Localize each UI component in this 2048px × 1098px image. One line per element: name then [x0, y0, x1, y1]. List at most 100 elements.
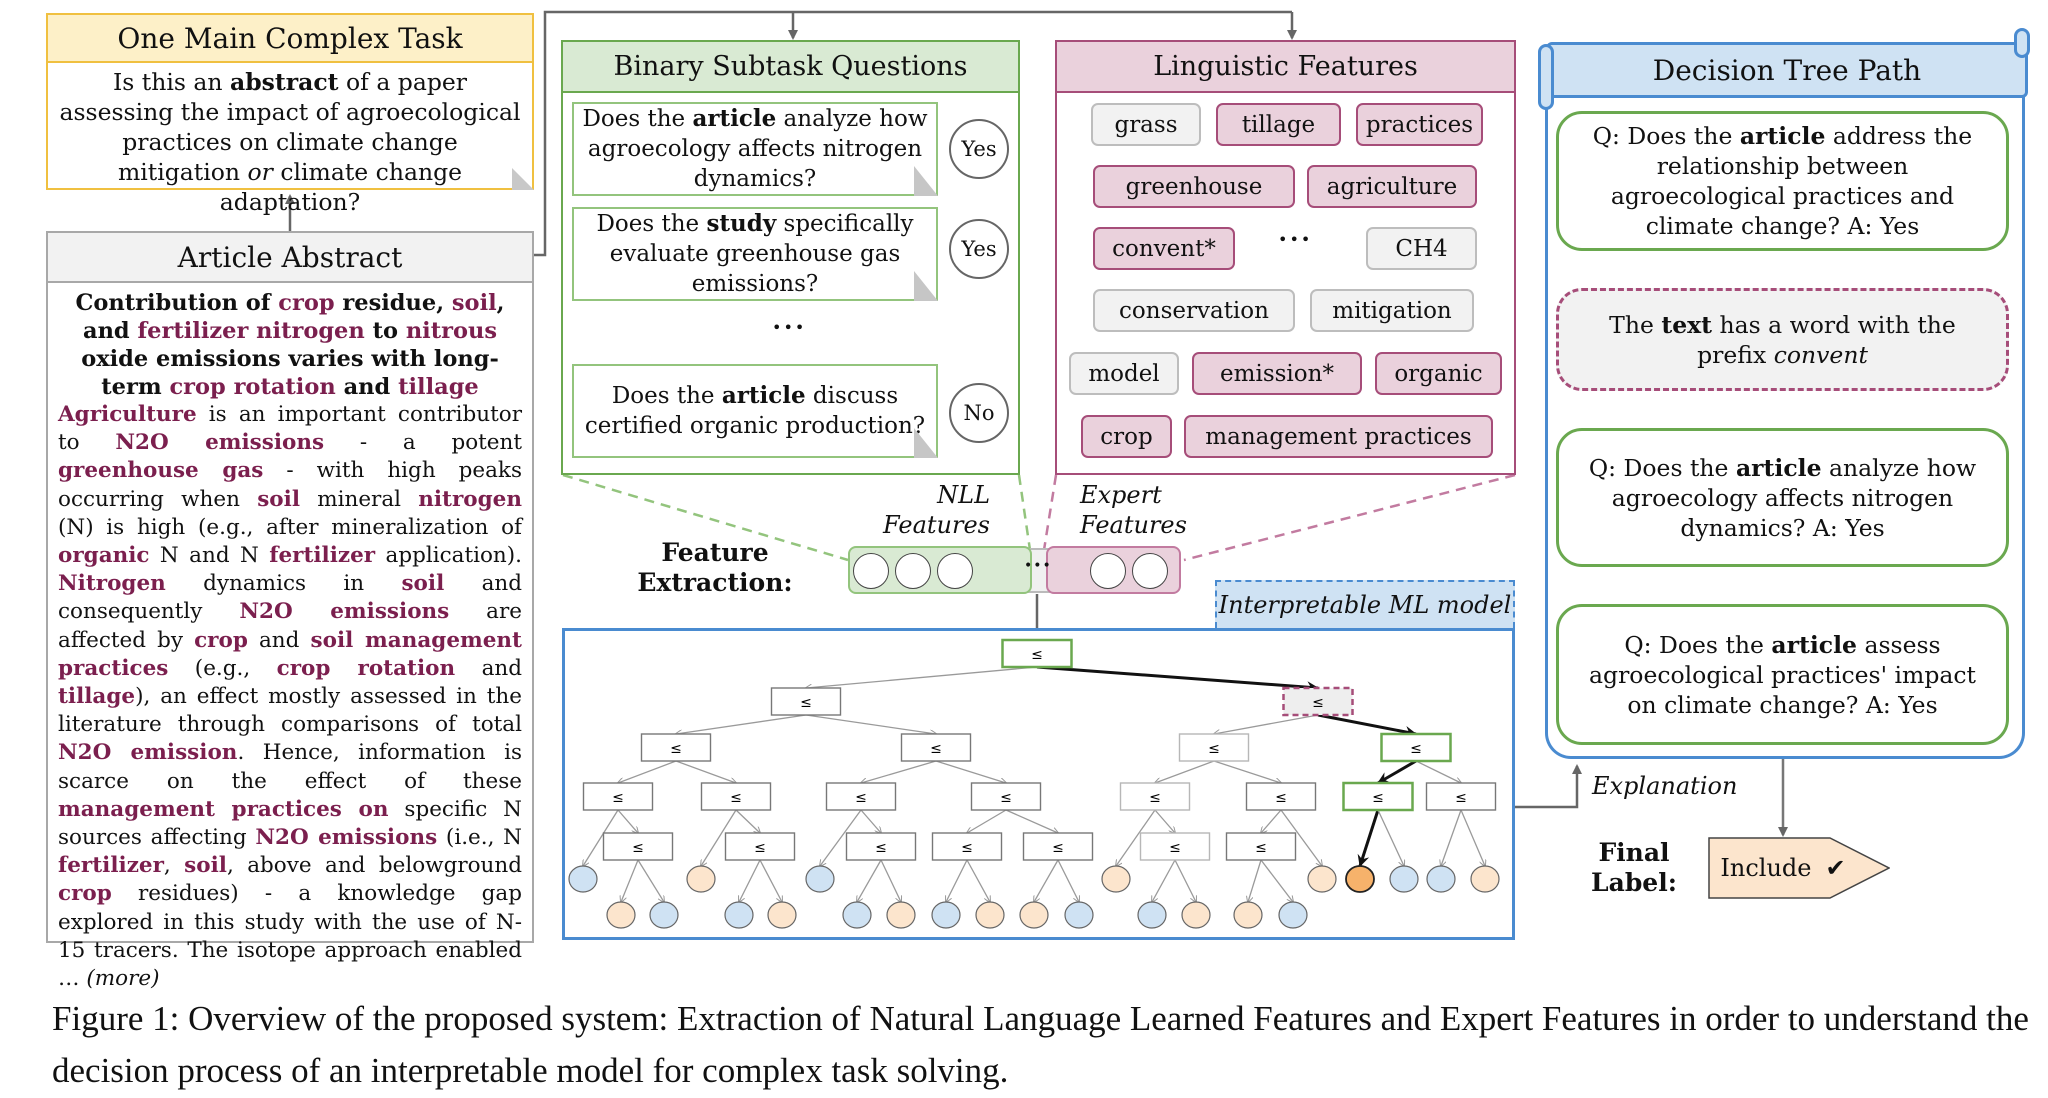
expert-feature-tag: crop — [1081, 415, 1172, 458]
feature-vector-ellipsis: ••• — [1024, 558, 1052, 574]
abstract-body: Agriculture is an important contributor … — [48, 401, 532, 993]
subtask-question-card: Does the study specifically evaluate gre… — [572, 207, 938, 301]
path-feature-card: The text has a word with the prefix conv… — [1556, 288, 2009, 391]
abstract-text: Contribution of — [75, 290, 279, 316]
path-step-text: Q: Does the article address the relation… — [1592, 122, 1973, 240]
path-step-text: Q: Does the article assess agroecologica… — [1589, 630, 1976, 719]
final-label-badge: Include ✔ — [1708, 837, 1890, 899]
highlighted-term: crop — [194, 627, 248, 653]
abstract-header: Article Abstract — [48, 233, 532, 283]
expert-feature-tag: tillage — [1216, 103, 1341, 146]
final-label-line2: Label: — [1591, 868, 1677, 897]
nll-label-line1: NLL — [937, 481, 990, 509]
answer-badge: No — [949, 383, 1009, 443]
highlighted-term: crop — [58, 881, 112, 907]
highlighted-term: fertilizer — [58, 853, 164, 879]
nll-feature-node — [937, 553, 973, 589]
prefix-word: convent — [1773, 340, 1868, 369]
highlighted-term: tillage — [58, 684, 136, 710]
question-keyword: article — [721, 382, 806, 409]
highlighted-term: crop — [278, 290, 335, 316]
highlighted-term: soil — [184, 853, 227, 879]
subtask-question-card: Does the article analyze how agroecology… — [572, 102, 938, 196]
ling-funnel-right — [1183, 473, 1516, 562]
highlighted-term: N2O emissions — [239, 599, 450, 625]
step-keyword: article — [1739, 122, 1826, 150]
abstract-text: (N) is high (e.g., after mineralization … — [58, 514, 522, 540]
path-question-card: Q: Does the article assess agroecologica… — [1556, 604, 2009, 745]
abstract-text: (i.e., N — [437, 825, 522, 851]
folded-corner-icon — [914, 428, 938, 458]
main-task-question: Is this an abstract of a paper assessing… — [48, 63, 532, 221]
abstract-text: mineral — [299, 486, 419, 512]
highlighted-term: Nitrogen — [58, 571, 166, 597]
path-question-card: Q: Does the article address the relation… — [1556, 111, 2009, 251]
answer-badge: Yes — [949, 219, 1009, 279]
ling-funnel-left — [1042, 474, 1058, 551]
expert-label-line1: Expert — [1080, 481, 1162, 509]
path-step-text: The text has a word with the prefix conv… — [1609, 310, 1956, 369]
highlighted-term: soil — [401, 571, 445, 597]
binary-funnel-right — [1017, 474, 1032, 551]
highlighted-term: greenhouse gas — [58, 458, 264, 484]
step-keyword: text — [1661, 310, 1713, 339]
abstract-text: - a potent — [324, 430, 522, 456]
figure-caption: Figure 1: Overview of the proposed syste… — [52, 999, 2029, 1090]
feature-extraction-line2: Extraction: — [637, 568, 793, 597]
question-bold: abstract — [230, 68, 339, 96]
final-label-text: Final Label: — [1570, 838, 1698, 898]
model-to-explanation-arrow — [1515, 764, 1582, 809]
answer-badge: Yes — [949, 119, 1009, 179]
folded-corner-icon — [914, 166, 938, 196]
abstract-text: N and N — [149, 543, 270, 569]
nll-features-label: NLL Features — [860, 480, 990, 540]
subtask-question-text: Does the article discuss certified organ… — [584, 382, 926, 439]
scroll-roll-left-icon — [1538, 44, 1554, 110]
subtask-question-text: Does the study specifically evaluate gre… — [596, 210, 914, 297]
expert-feature-tag: convent* — [1093, 227, 1235, 270]
final-label-value: Include — [1720, 854, 1812, 882]
highlighted-term: tillage — [398, 374, 479, 400]
binary-panel-title: Binary Subtask Questions — [563, 42, 1018, 93]
abstract-text: , above and belowground — [226, 853, 523, 879]
more-link[interactable]: (more) — [86, 966, 159, 991]
abstract-text: dynamics in — [165, 571, 402, 597]
feature-extraction-label: Feature Extraction: — [620, 538, 810, 598]
subtask-ellipsis: ••• — [772, 318, 807, 337]
highlighted-term: management practices on — [58, 796, 389, 822]
nll-feature-node — [895, 553, 931, 589]
highlighted-term: fertilizer nitrogen — [137, 318, 365, 344]
expert-feature-node — [1090, 553, 1126, 589]
expert-feature-tag: management practices — [1184, 415, 1493, 458]
question-keyword: study — [706, 210, 777, 237]
path-step-text: Q: Does the article analyze how agroecol… — [1588, 453, 1977, 542]
nll-label-line2: Features — [883, 511, 990, 539]
highlighted-term: soil — [451, 290, 497, 316]
abstract-text: residue, — [334, 290, 452, 316]
nll-feature-tag: mitigation — [1310, 289, 1474, 332]
step-keyword: article — [1771, 630, 1857, 659]
ml-model-label: Interpretable ML model — [1215, 580, 1515, 628]
highlighted-term: crop rotation — [276, 655, 456, 681]
highlighted-term: crop rotation — [169, 374, 336, 400]
nll-feature-tag: conservation — [1093, 289, 1295, 332]
feature-extraction-line1: Feature — [661, 538, 769, 567]
folded-corner-icon — [512, 168, 534, 190]
subtask-question-text: Does the article analyze how agroecology… — [582, 105, 928, 192]
expert-feature-tag: agriculture — [1307, 165, 1477, 208]
final-label-line1: Final — [1598, 838, 1670, 867]
check-icon: ✔ — [1825, 854, 1846, 882]
highlighted-term: fertilizer — [269, 543, 376, 569]
abstract-text: , — [163, 853, 185, 879]
nll-feature-vector — [848, 546, 1032, 594]
decision-path-title: Decision Tree Path — [1546, 42, 2028, 98]
highlighted-term: nitrogen — [418, 486, 522, 512]
step-keyword: article — [1735, 453, 1822, 482]
abstract-text: application). — [375, 543, 523, 569]
highlighted-term: N2O emissions — [115, 430, 325, 456]
highlighted-term: N2O emission — [58, 740, 238, 766]
highlighted-term: N2O emissions — [255, 825, 438, 851]
expert-feature-tag: emission* — [1192, 352, 1362, 395]
main-task-box: One Main Complex Task Is this an abstrac… — [46, 13, 534, 216]
abstract-text: and — [455, 655, 522, 681]
